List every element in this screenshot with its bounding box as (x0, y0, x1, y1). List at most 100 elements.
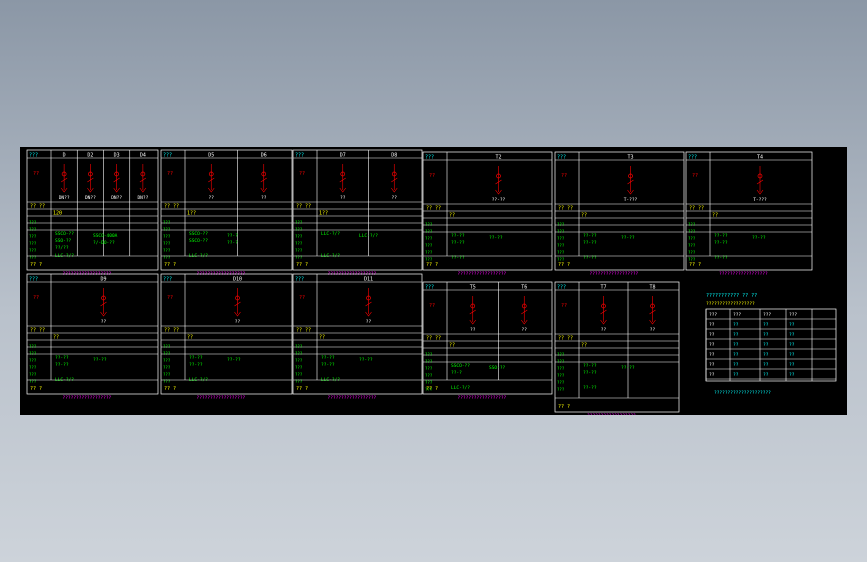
panel-footer-note: ?????????????????? (197, 395, 246, 401)
spec-text: ??-?? (489, 235, 503, 241)
legend-cell: ?? (709, 352, 715, 358)
spec-side-label: ??? (29, 351, 37, 356)
row-header: ?? ?? (164, 328, 179, 334)
panel-frame (160, 273, 293, 395)
legend-cell: ?? (763, 322, 769, 328)
panel-footer-label: ?? ? (426, 386, 438, 392)
column-id: D11 (364, 277, 373, 283)
spec-side-label: ??? (425, 222, 433, 227)
row-header: ?? ?? (296, 204, 311, 210)
spec-text: ??-?? (227, 357, 241, 363)
legend-cell: ?? (709, 322, 715, 328)
spec-text: ??-?? (583, 233, 597, 239)
spec-side-label: ??? (557, 366, 565, 371)
legend-title: ??????????? ?? ?? (706, 293, 757, 299)
panel-footer-note: ?????????????????? (328, 395, 377, 401)
spec-side-label: ??? (29, 248, 37, 253)
spec-side-label: ??? (295, 358, 303, 363)
column-id: T3 (627, 155, 633, 161)
spec-side-label: ??? (688, 250, 696, 255)
spec-side-label: ??? (557, 243, 565, 248)
spec-side-label: ??? (163, 344, 171, 349)
switchgear-panel: ??? D DN?? D2 DN?? D3 DN?? D4 DN???? ?? ?? 120 SSCO… (26, 149, 159, 277)
panel-footer-note: ?????????????????? (458, 271, 507, 277)
spec-text: ?/-DO-?? (93, 240, 115, 246)
legend-table: ??????????? ?? ?????????????????????????… (705, 293, 837, 396)
spec-side-label: ??? (163, 351, 171, 356)
spec-text: SSCO-400A (93, 233, 118, 239)
rating-value: ?? (319, 335, 325, 341)
column-id: D (63, 153, 66, 159)
cad-drawing-viewport[interactable]: ??? D DN?? D2 DN?? D3 DN?? D4 DN?????? ?? 120 SSCO… (20, 147, 847, 415)
spec-side-label: ??? (163, 227, 171, 232)
spec-side-label: ??? (557, 352, 565, 357)
column-id: T8 (649, 285, 655, 291)
panel-side-label: ?? (692, 173, 698, 179)
spec-side-label: ??? (163, 220, 171, 225)
legend-cell: ?? (763, 362, 769, 368)
rating-value: ?? (581, 343, 587, 349)
spec-side-label: ??? (295, 227, 303, 232)
rating-value: ?? (449, 343, 455, 349)
spec-side-label: ??? (295, 248, 303, 253)
panel-header-label: ??? (29, 277, 38, 283)
panel-footer-note: ?????????????????? (458, 395, 507, 401)
feeder-tag: ?? (392, 195, 398, 201)
switchgear-panel: ??? D9?????? ??????-?? ??-????-??LLC-?/???… (26, 273, 159, 401)
switchgear-panel: ??? T7??T8?????? ??????-?? ??-????-????-??… (554, 281, 680, 415)
column-id: D10 (233, 277, 242, 283)
legend-subtitle: ?????????????????? (706, 301, 755, 307)
spec-text: ??-?? (621, 365, 635, 371)
row-header: ?? ?? (689, 206, 704, 212)
row-header: ?? ?? (426, 206, 441, 212)
panel-frame (160, 149, 293, 271)
panel-footer-note: ?????????????????? (590, 271, 639, 277)
panel-footer-label: ?? ? (164, 262, 176, 268)
spec-side-label: ??? (425, 366, 433, 371)
spec-text: ??-?? (714, 233, 728, 239)
spec-text: SSO-?? (489, 365, 506, 371)
panel-footer-label: ?? ? (689, 262, 701, 268)
panel-frame (26, 273, 159, 395)
spec-side-label: ??? (29, 234, 37, 239)
spec-text: LLC-?/? (359, 233, 378, 239)
spec-side-label: ??? (425, 236, 433, 241)
spec-side-label: ??? (29, 372, 37, 377)
column-id: D6 (261, 153, 267, 159)
panel-header-label: ??? (425, 155, 434, 161)
spec-text: ??-?? (583, 240, 597, 246)
spec-side-label: ??? (425, 243, 433, 248)
legend-cell: ?? (789, 332, 795, 338)
feeder-tag: DN?? (111, 195, 122, 201)
spec-side-label: ??? (557, 229, 565, 234)
rating-value: 1?? (319, 211, 328, 217)
legend-cell: ?? (789, 372, 795, 378)
spec-text: ??-?? (55, 362, 69, 368)
panel-header-label: ??? (29, 153, 38, 159)
column-id: D8 (391, 153, 397, 159)
panel-frame (292, 273, 423, 395)
spec-side-label: ??? (425, 373, 433, 378)
spec-text: ??-?? (752, 235, 766, 241)
panel-header-label: ??? (163, 277, 172, 283)
column-id: D4 (140, 153, 146, 159)
switchgear-panel: ??? T2??-?????? ??????-?? ??-????-????-???… (422, 151, 553, 277)
panel-header-label: ??? (163, 153, 172, 159)
spec-text: SSCO-?? (189, 231, 208, 237)
row-header: ?? ?? (30, 204, 45, 210)
spec-text: ??-? (227, 233, 238, 239)
rating-value: ?? (187, 335, 193, 341)
switchgear-panel: ??? D5??D6?????? ??1??SSCO-?? ??-?SSCO-???… (160, 149, 293, 277)
panel-side-label: ?? (33, 295, 39, 301)
legend-cell: ?? (733, 362, 739, 368)
spec-side-label: ??? (295, 365, 303, 370)
spec-side-label: ??? (29, 365, 37, 370)
spec-side-label: ??? (557, 387, 565, 392)
column-id: D9 (100, 277, 106, 283)
switchgear-panel: ??? D11?????? ??????-?? ??-????-??LLC-?/??… (292, 273, 423, 401)
panel-footer-label: ?? ? (296, 262, 308, 268)
spec-tail: ??-?? (583, 385, 597, 391)
legend-header-cell: ??? (789, 312, 797, 318)
feeder-tag: ?? (101, 319, 107, 325)
column-id: D7 (340, 153, 346, 159)
